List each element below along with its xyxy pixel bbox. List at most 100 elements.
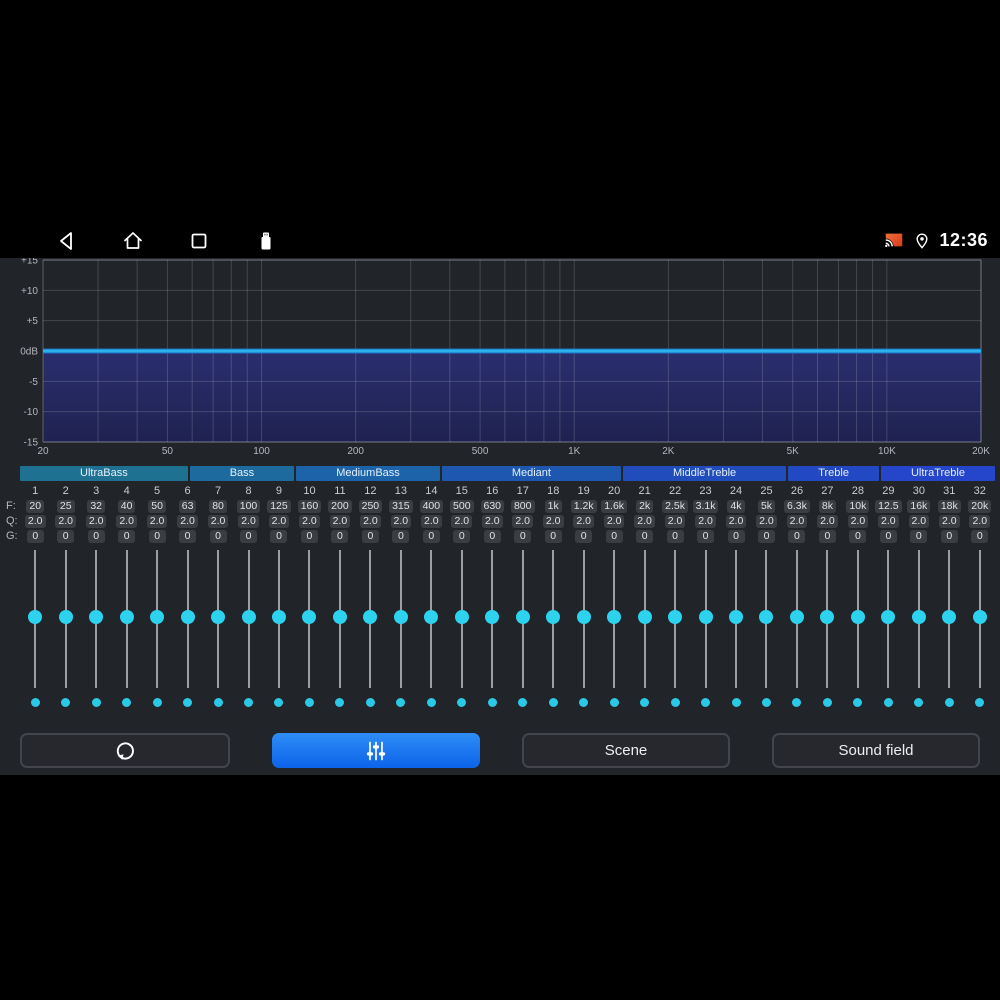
- reset-button[interactable]: [20, 733, 230, 768]
- band-3-slider[interactable]: [81, 548, 111, 713]
- band-26-frequency-value[interactable]: 6.3k: [784, 499, 810, 513]
- band-19-frequency-value[interactable]: 1.2k: [570, 499, 597, 513]
- slider-reset-dot[interactable]: [91, 698, 101, 707]
- slider-knob[interactable]: [546, 610, 561, 624]
- band-27-q-value[interactable]: 2.0: [817, 514, 838, 528]
- slider-reset-dot[interactable]: [761, 698, 771, 707]
- slider-reset-dot[interactable]: [822, 698, 832, 707]
- band-3-frequency-value[interactable]: 32: [87, 499, 106, 513]
- slider-knob[interactable]: [302, 610, 317, 624]
- band-25-q-value[interactable]: 2.0: [756, 514, 777, 528]
- band-19-q-value[interactable]: 2.0: [573, 514, 594, 528]
- band-4-slider[interactable]: [111, 548, 141, 713]
- slider-reset-dot[interactable]: [365, 698, 375, 707]
- band-11-gain-value[interactable]: 0: [331, 529, 349, 543]
- band-16-gain-value[interactable]: 0: [483, 529, 501, 543]
- slider-reset-dot[interactable]: [457, 698, 467, 707]
- band-18-frequency-value[interactable]: 1k: [544, 499, 562, 513]
- slider-reset-dot[interactable]: [487, 698, 497, 707]
- band-30-frequency-value[interactable]: 16k: [907, 499, 931, 513]
- slider-knob[interactable]: [180, 610, 195, 624]
- slider-knob[interactable]: [911, 610, 926, 624]
- band-27-gain-value[interactable]: 0: [818, 529, 836, 543]
- band-13-frequency-value[interactable]: 315: [389, 499, 413, 513]
- band-23-q-value[interactable]: 2.0: [695, 514, 716, 528]
- band-30-gain-value[interactable]: 0: [910, 529, 928, 543]
- band-2-gain-value[interactable]: 0: [57, 529, 75, 543]
- slider-knob[interactable]: [211, 610, 226, 624]
- band-10-gain-value[interactable]: 0: [300, 529, 318, 543]
- band-32-slider[interactable]: [965, 548, 995, 713]
- band-2-frequency-value[interactable]: 25: [56, 499, 75, 513]
- band-4-q-value[interactable]: 2.0: [116, 514, 137, 528]
- band-23-frequency-value[interactable]: 3.1k: [692, 499, 719, 513]
- slider-knob[interactable]: [28, 610, 43, 624]
- band-5-gain-value[interactable]: 0: [148, 529, 166, 543]
- slider-reset-dot[interactable]: [213, 698, 223, 707]
- band-7-gain-value[interactable]: 0: [209, 529, 227, 543]
- band-4-frequency-value[interactable]: 40: [117, 499, 136, 513]
- band-1-slider[interactable]: [20, 548, 50, 713]
- slider-reset-dot[interactable]: [853, 698, 863, 707]
- slider-knob[interactable]: [972, 610, 987, 624]
- band-14-gain-value[interactable]: 0: [422, 529, 440, 543]
- band-14-q-value[interactable]: 2.0: [421, 514, 442, 528]
- slider-knob[interactable]: [363, 610, 378, 624]
- band-9-q-value[interactable]: 2.0: [268, 514, 290, 528]
- band-32-frequency-value[interactable]: 20k: [968, 499, 992, 513]
- slider-reset-dot[interactable]: [152, 698, 162, 707]
- slider-knob[interactable]: [607, 610, 622, 624]
- slider-knob[interactable]: [576, 610, 591, 624]
- slider-knob[interactable]: [850, 610, 865, 624]
- band-10-frequency-value[interactable]: 160: [297, 499, 322, 513]
- band-11-slider[interactable]: [325, 548, 355, 713]
- band-3-gain-value[interactable]: 0: [87, 529, 105, 543]
- band-11-frequency-value[interactable]: 200: [328, 499, 352, 513]
- band-15-slider[interactable]: [447, 548, 477, 713]
- band-24-slider[interactable]: [721, 548, 751, 713]
- band-32-q-value[interactable]: 2.0: [969, 514, 991, 528]
- band-1-frequency-value[interactable]: 20: [26, 499, 45, 513]
- band-13-gain-value[interactable]: 0: [392, 529, 410, 543]
- slider-reset-dot[interactable]: [944, 698, 954, 707]
- slider-reset-dot[interactable]: [975, 698, 985, 707]
- slider-reset-dot[interactable]: [548, 698, 558, 707]
- band-26-slider[interactable]: [782, 548, 812, 713]
- band-12-q-value[interactable]: 2.0: [360, 514, 381, 528]
- slider-reset-dot[interactable]: [670, 698, 680, 707]
- band-23-gain-value[interactable]: 0: [697, 529, 715, 543]
- band-14-slider[interactable]: [416, 548, 446, 713]
- slider-knob[interactable]: [668, 610, 683, 624]
- band-3-q-value[interactable]: 2.0: [85, 514, 107, 528]
- slider-reset-dot[interactable]: [518, 698, 528, 707]
- band-15-frequency-value[interactable]: 500: [450, 499, 474, 513]
- band-16-q-value[interactable]: 2.0: [481, 514, 503, 528]
- band-14-frequency-value[interactable]: 400: [419, 499, 444, 513]
- sound-field-button[interactable]: Sound field: [772, 733, 980, 768]
- band-10-q-value[interactable]: 2.0: [299, 514, 320, 528]
- slider-knob[interactable]: [515, 610, 530, 624]
- slider-reset-dot[interactable]: [426, 698, 436, 707]
- band-25-gain-value[interactable]: 0: [757, 529, 775, 543]
- band-31-gain-value[interactable]: 0: [940, 529, 958, 543]
- band-2-q-value[interactable]: 2.0: [55, 514, 76, 528]
- band-29-slider[interactable]: [873, 548, 903, 713]
- band-31-frequency-value[interactable]: 18k: [937, 499, 961, 513]
- band-22-q-value[interactable]: 2.0: [664, 514, 686, 528]
- band-18-slider[interactable]: [538, 548, 568, 713]
- slider-knob[interactable]: [942, 610, 957, 624]
- slider-reset-dot[interactable]: [883, 698, 893, 707]
- band-21-gain-value[interactable]: 0: [636, 529, 654, 543]
- band-7-q-value[interactable]: 2.0: [207, 514, 229, 528]
- band-13-slider[interactable]: [386, 548, 416, 713]
- band-16-frequency-value[interactable]: 630: [480, 499, 505, 513]
- slider-reset-dot[interactable]: [183, 698, 193, 707]
- band-4-gain-value[interactable]: 0: [118, 529, 136, 543]
- recents-icon[interactable]: [188, 230, 210, 252]
- band-12-frequency-value[interactable]: 250: [358, 499, 383, 513]
- slider-knob[interactable]: [820, 610, 835, 624]
- band-31-slider[interactable]: [934, 548, 964, 713]
- band-21-q-value[interactable]: 2.0: [634, 514, 655, 528]
- band-18-q-value[interactable]: 2.0: [542, 514, 564, 528]
- band-6-frequency-value[interactable]: 63: [178, 499, 197, 513]
